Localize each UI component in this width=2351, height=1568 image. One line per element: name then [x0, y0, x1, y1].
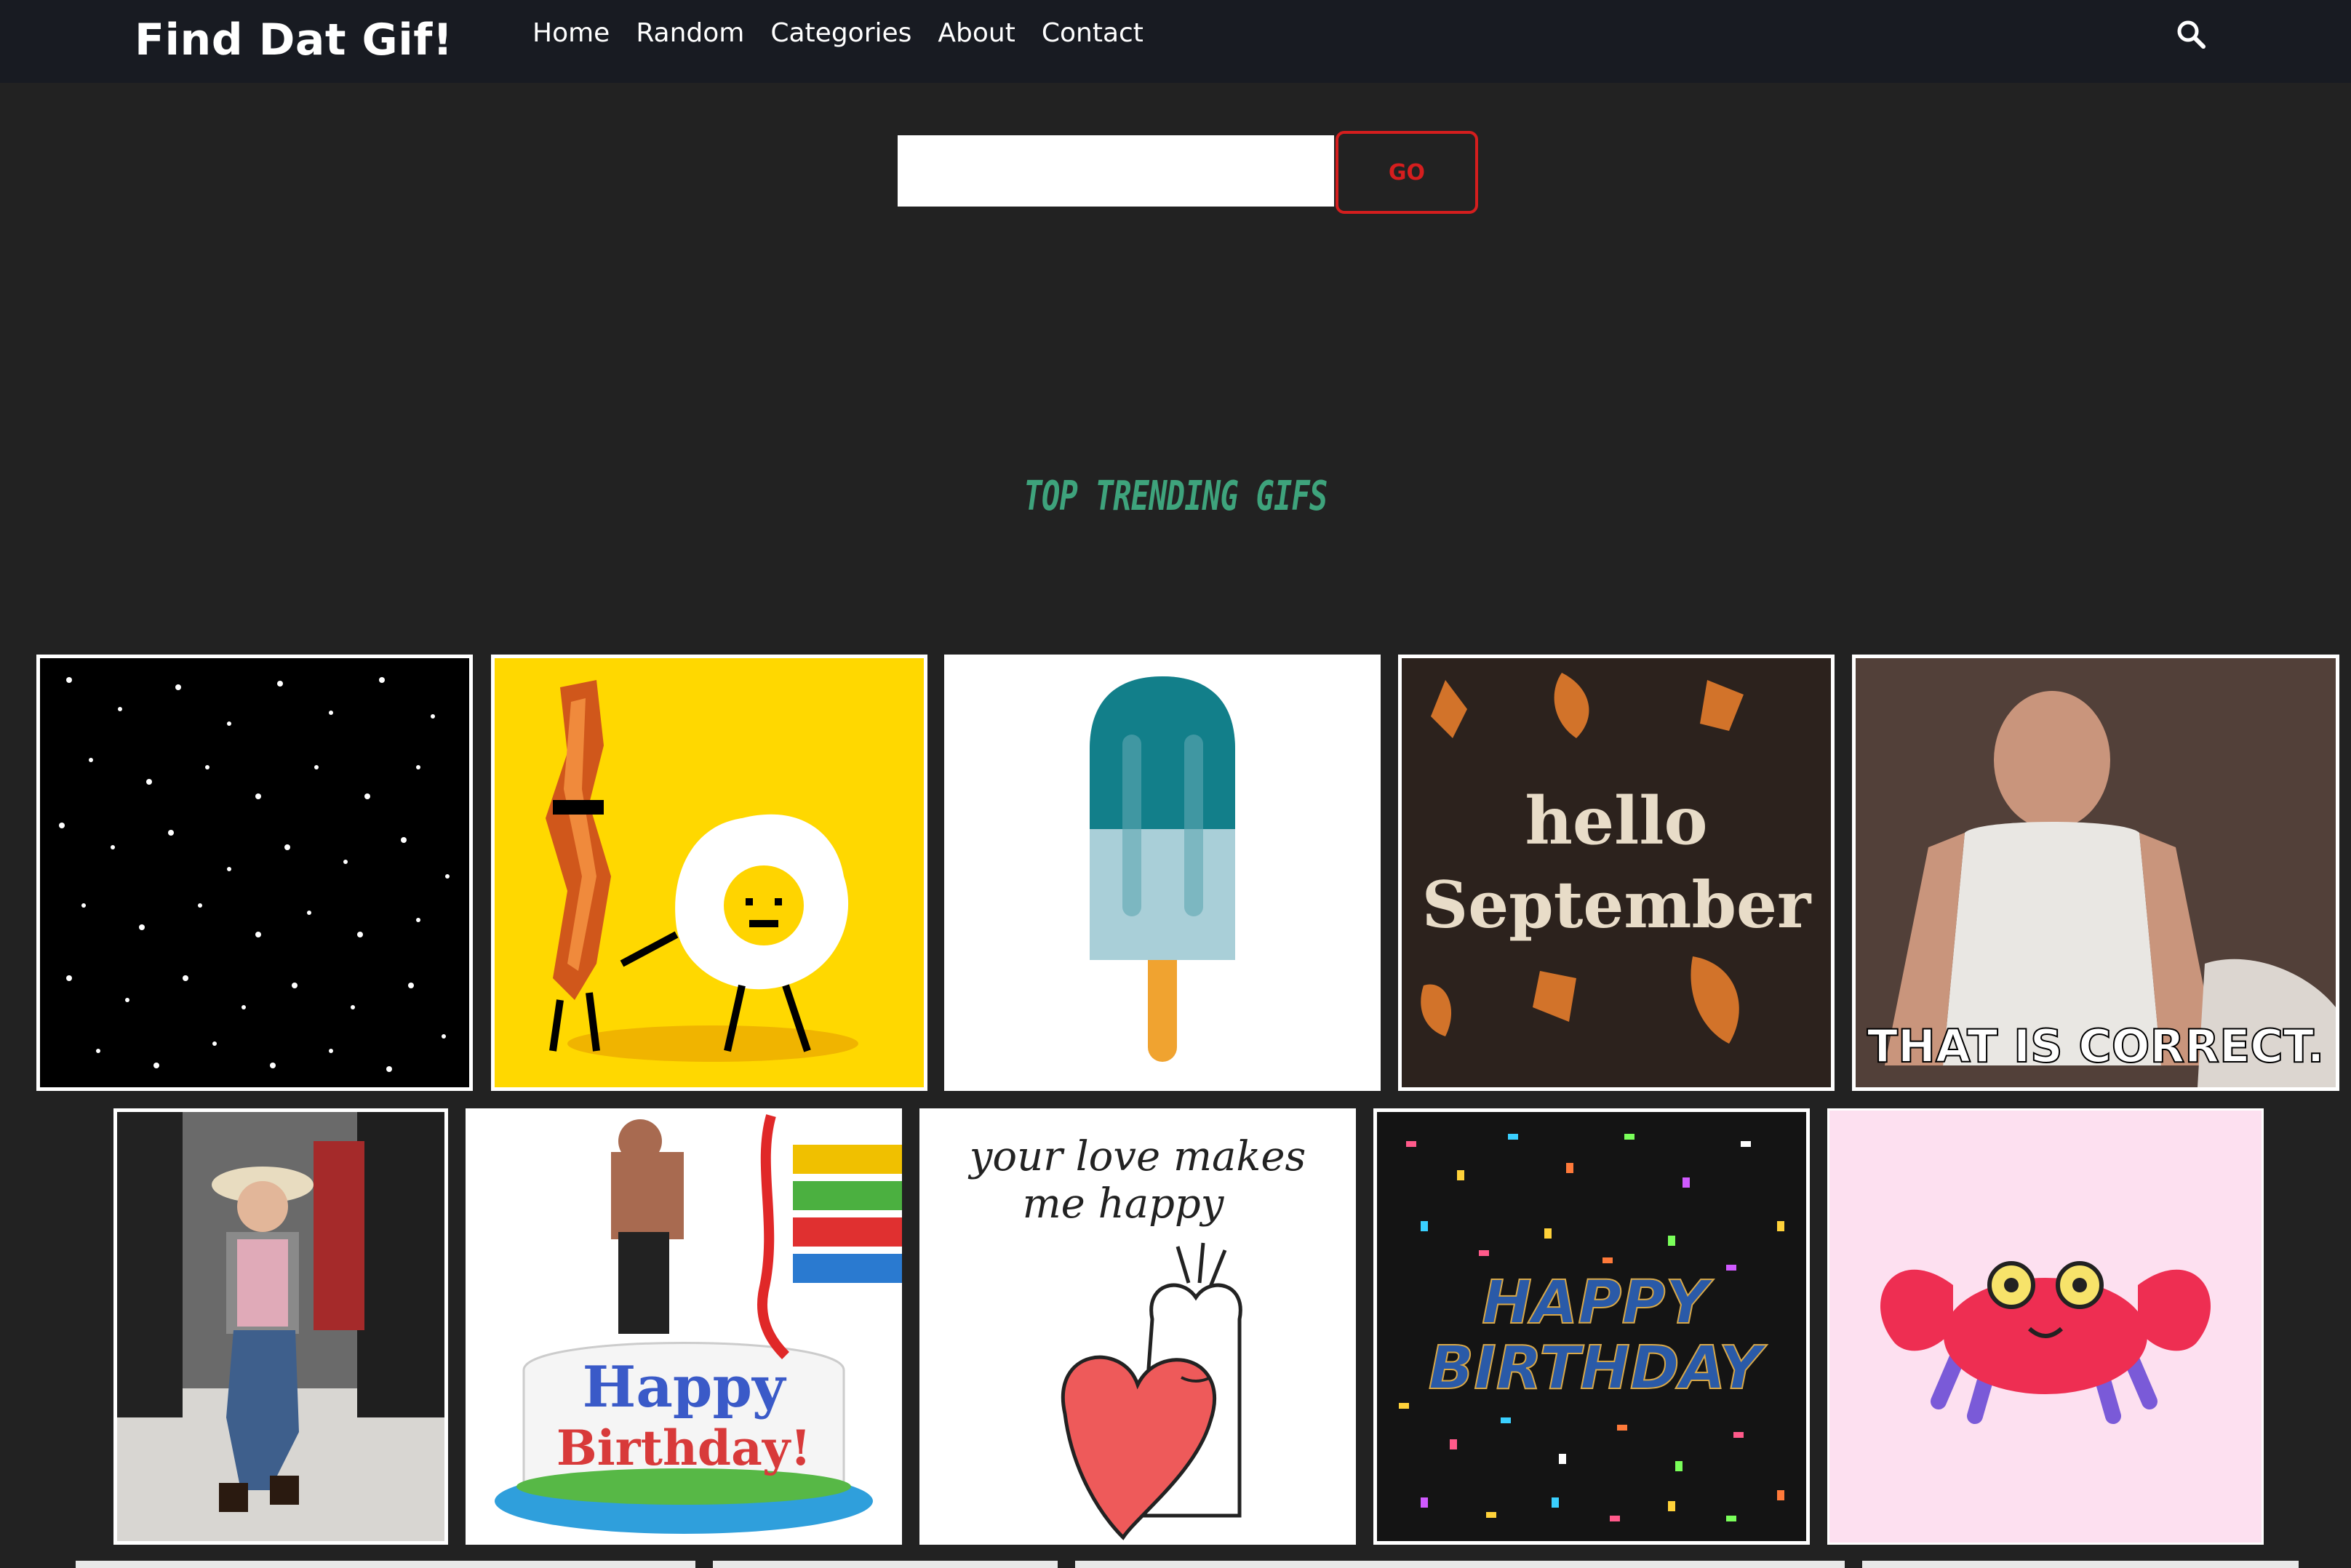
love-line1-text: your love makes — [967, 1133, 1306, 1180]
gif-tile-hello-september[interactable]: hello September — [1398, 655, 1835, 1091]
gif-tile-row3-1[interactable] — [76, 1561, 695, 1568]
that-is-correct-caption: THAT IS CORRECT. — [1867, 1020, 2325, 1073]
starfield-image — [40, 658, 469, 1087]
hello-text: hello — [1525, 783, 1707, 860]
nav-link-categories[interactable]: Categories — [770, 18, 911, 48]
gif-tile-row3-4[interactable] — [1862, 1561, 2299, 1568]
nav-links: Home Random Categories About Contact — [532, 0, 1170, 65]
crab-image — [1829, 1111, 2262, 1543]
gif-tile-dancing-kid[interactable] — [113, 1108, 448, 1545]
gif-tile-birthday-cake[interactable]: Happy Birthday! — [466, 1108, 902, 1545]
gif-tile-crab[interactable] — [1827, 1108, 2264, 1545]
gif-tile-that-is-correct[interactable]: THAT IS CORRECT. — [1852, 655, 2339, 1091]
search-input[interactable] — [898, 135, 1334, 207]
gif-tile-row3-2[interactable] — [713, 1561, 1058, 1568]
nav-link-home[interactable]: Home — [532, 18, 610, 48]
nav-link-about[interactable]: About — [938, 18, 1015, 48]
search-icon[interactable] — [2175, 18, 2207, 50]
section-title: TOP TRENDING GIFS — [1023, 473, 1328, 520]
birthday-cake-image: Happy Birthday! — [466, 1108, 902, 1545]
that-is-correct-image: THAT IS CORRECT. — [1856, 658, 2336, 1087]
happy-birthday-confetti-image: HAPPY BIRTHDAY — [1377, 1112, 1806, 1541]
birthday-confetti-text: BIRTHDAY — [1429, 1334, 1768, 1403]
nav-link-random[interactable]: Random — [636, 18, 744, 48]
love-line2-text: me happy — [1023, 1180, 1225, 1228]
navbar: Find Dat Gif! Home Random Categories Abo… — [0, 0, 2351, 83]
hello-september-image: hello September — [1402, 658, 1831, 1087]
september-text: September — [1422, 867, 1812, 943]
happy-confetti-text: HAPPY — [1482, 1268, 1714, 1337]
brand-logo[interactable]: Find Dat Gif! — [135, 7, 453, 73]
happy-cake-text: Happy — [583, 1354, 787, 1420]
popsicle-image — [944, 655, 1381, 1091]
gif-tile-starfield[interactable] — [36, 655, 473, 1091]
gif-tile-love-happy[interactable]: your love makes me happy — [919, 1108, 1356, 1545]
gif-tile-popsicle[interactable] — [944, 655, 1381, 1091]
love-happy-image: your love makes me happy — [919, 1108, 1356, 1545]
gif-tile-row3-3[interactable] — [1075, 1561, 1845, 1568]
birthday-cake-text: Birthday! — [556, 1420, 811, 1476]
gif-tile-bacon-egg[interactable] — [491, 655, 927, 1091]
dancing-kid-image — [117, 1112, 444, 1541]
bacon-egg-image — [495, 658, 924, 1087]
go-button[interactable]: GO — [1336, 131, 1478, 214]
gif-tile-happy-birthday-confetti[interactable]: HAPPY BIRTHDAY — [1373, 1108, 1810, 1545]
nav-link-contact[interactable]: Contact — [1042, 18, 1143, 48]
